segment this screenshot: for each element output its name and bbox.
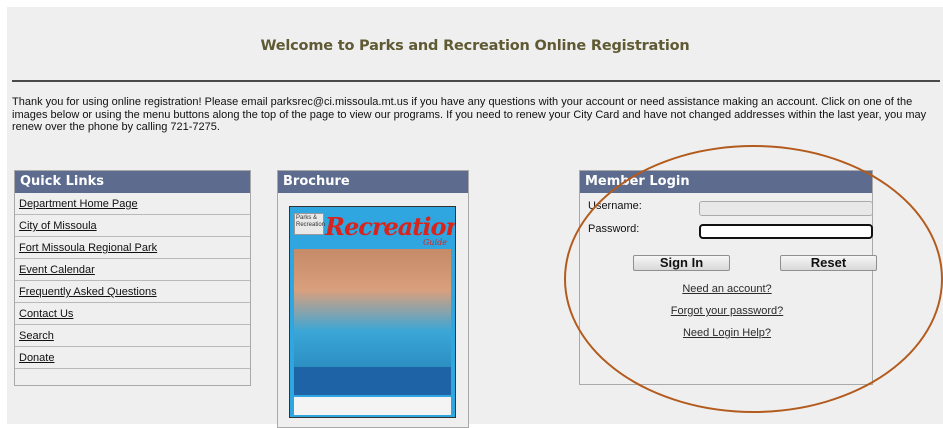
brochure-cover-image[interactable]: Parks & Recreation Recreation Guide [289,206,456,418]
quick-links-panel: Quick Links Department Home Page City of… [14,170,251,386]
reset-button[interactable]: Reset [780,255,877,271]
quick-link-search[interactable]: Search [15,325,250,347]
parks-logo: Parks & Recreation [294,213,325,235]
password-label: Password: [588,223,640,235]
quick-links-title: Quick Links [15,171,250,193]
brochure-cover-subtitle: Guide [423,238,447,247]
member-login-title: Member Login [580,171,872,193]
forgot-password-link[interactable]: Forgot your password? [580,305,874,317]
brochure-title: Brochure [278,171,468,193]
quick-link-donate[interactable]: Donate [15,347,250,369]
brochure-photo [294,249,451,367]
username-label: Username: [588,200,642,212]
page-background: Welcome to Parks and Recreation Online R… [7,7,943,428]
login-help-link[interactable]: Need Login Help? [580,327,874,339]
quick-link-event-calendar[interactable]: Event Calendar [15,259,250,281]
brochure-cover-title: Recreation [325,212,456,241]
quick-link-contact-us[interactable]: Contact Us [15,303,250,325]
quick-link-city-of-missoula[interactable]: City of Missoula [15,215,250,237]
intro-text: Thank you for using online registration!… [12,96,927,133]
quick-link-fort-missoula[interactable]: Fort Missoula Regional Park [15,237,250,259]
need-account-link[interactable]: Need an account? [580,283,874,295]
password-input[interactable] [699,224,873,239]
page-title: Welcome to Parks and Recreation Online R… [260,38,690,54]
brochure-panel: Brochure Parks & Recreation Recreation G… [277,170,469,428]
header-divider [12,80,940,82]
quick-link-department-home[interactable]: Department Home Page [15,193,250,215]
brochure-sponsor-strip [294,397,451,415]
username-input[interactable] [699,201,873,216]
member-login-panel: Member Login Username: Password: Sign In… [579,170,877,385]
sign-in-button[interactable]: Sign In [633,255,730,271]
quick-link-faq[interactable]: Frequently Asked Questions [15,281,250,303]
brochure-info-block [294,367,451,395]
